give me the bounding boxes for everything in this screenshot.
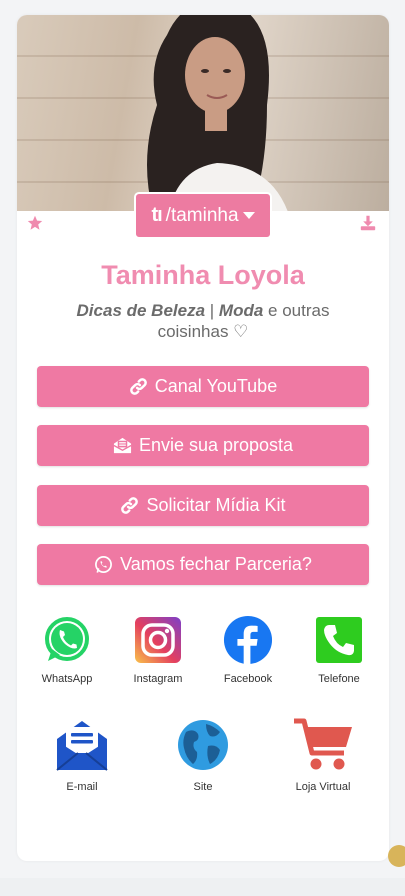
bottom-bar [0, 878, 405, 896]
download-icon[interactable] [360, 215, 376, 231]
facebook-icon [223, 615, 273, 665]
handle-dropdown[interactable]: tı /taminha [134, 192, 272, 239]
social-label: Loja Virtual [295, 781, 351, 793]
social-whatsapp[interactable]: WhatsApp [27, 615, 107, 685]
profile-name: Taminha Loyola [101, 260, 305, 290]
social-label: Telefone [318, 673, 360, 685]
bio-separator: | [205, 301, 219, 320]
link-icon [129, 378, 147, 395]
link-icon [121, 497, 139, 514]
social-label: Facebook [223, 673, 273, 685]
brand-logo-icon: tı [151, 204, 162, 226]
social-facebook[interactable]: Facebook [208, 615, 288, 685]
social-instagram[interactable]: Instagram [118, 615, 198, 685]
whatsapp-icon [42, 615, 92, 665]
profile-card: tı /taminha Taminha Loyola Dicas de Bele… [17, 15, 389, 861]
social-label: WhatsApp [41, 673, 93, 685]
button-label: Vamos fechar Parceria? [120, 554, 312, 574]
phone-icon [314, 615, 364, 665]
bio-beauty: Dicas de Beleza [76, 301, 206, 320]
social-label: Site [193, 781, 213, 793]
social-telefone[interactable]: Telefone [299, 615, 379, 685]
youtube-channel-button[interactable]: Canal YouTube [37, 366, 369, 407]
social-email[interactable]: E-mail [42, 717, 122, 793]
button-label: Canal YouTube [154, 376, 278, 396]
email-icon [54, 717, 110, 773]
social-loja-virtual[interactable]: Loja Virtual [283, 717, 363, 793]
handle-label: /taminha [165, 204, 239, 226]
envelope-open-icon [113, 437, 132, 454]
partnership-button[interactable]: Vamos fechar Parceria? [37, 544, 369, 585]
button-label: Solicitar Mídia Kit [146, 495, 286, 515]
social-site[interactable]: Site [163, 717, 243, 793]
social-label: Instagram [133, 673, 183, 685]
social-label: E-mail [66, 781, 98, 793]
whatsapp-icon [95, 556, 113, 573]
cover-photo [17, 15, 389, 211]
floating-action-dot[interactable] [388, 845, 405, 867]
globe-icon [175, 717, 231, 773]
media-kit-button[interactable]: Solicitar Mídia Kit [37, 485, 369, 526]
send-proposal-button[interactable]: Envie sua proposta [37, 425, 369, 466]
bio-fashion: Moda [218, 301, 264, 320]
button-label: Envie sua proposta [138, 435, 294, 455]
chevron-down-icon [242, 211, 255, 219]
cart-icon [292, 717, 354, 773]
instagram-icon [133, 615, 183, 665]
star-icon[interactable] [27, 215, 43, 231]
profile-photo [147, 15, 288, 211]
profile-bio: Dicas de Beleza | Moda e outras coisinha… [57, 300, 349, 342]
